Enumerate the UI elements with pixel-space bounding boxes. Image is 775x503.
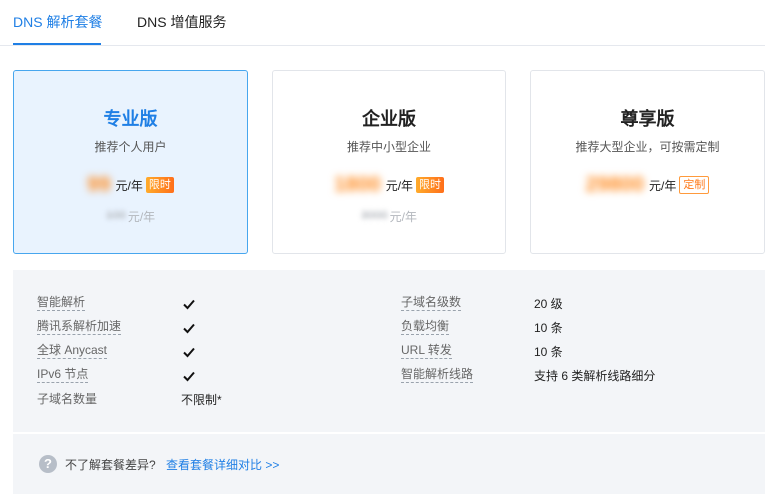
- plan-card-enterprise[interactable]: 企业版 推荐中小型企业 1800 元/年 限时 3000 元/年: [272, 70, 506, 254]
- footer-question: 不了解套餐差异?: [65, 458, 156, 472]
- original-price-row: 3000 元/年: [273, 208, 505, 225]
- limited-time-badge: 限时: [416, 177, 445, 193]
- price-amount: 1800: [333, 173, 381, 196]
- plan-title: 专业版: [103, 109, 158, 129]
- feature-label[interactable]: IPv6 节点: [37, 367, 89, 383]
- feature-label[interactable]: 子域名级数: [401, 295, 462, 311]
- original-price: 100: [105, 208, 126, 222]
- original-price-unit: 元/年: [389, 210, 418, 224]
- price-amount: 29800: [585, 173, 645, 196]
- custom-badge: 定制: [679, 176, 710, 194]
- feature-value: 10 条: [534, 321, 563, 335]
- feature-label[interactable]: URL 转发: [401, 343, 452, 359]
- feature-row: IPv6 节点: [37, 366, 89, 384]
- check-icon: [183, 347, 195, 358]
- feature-value: 支持 6 类解析线路细分: [534, 369, 656, 383]
- feature-row: 子域名级数: [401, 294, 462, 312]
- feature-label[interactable]: 腾讯系解析加速: [37, 319, 122, 335]
- price-unit: 元/年: [115, 178, 143, 193]
- feature-label[interactable]: 智能解析线路: [401, 367, 474, 383]
- original-price: 3000: [360, 208, 388, 222]
- feature-row: 智能解析: [37, 294, 86, 312]
- feature-list: 智能解析 腾讯系解析加速 全球 Anycast IPv6 节点 子域名数量 不限…: [13, 270, 765, 432]
- feature-row: URL 转发: [401, 342, 452, 360]
- plan-subtitle: 推荐大型企业，可按需定制: [575, 140, 720, 154]
- price-unit: 元/年: [649, 178, 677, 193]
- tab-dns-value-added[interactable]: DNS 增值服务: [137, 12, 226, 32]
- feature-label[interactable]: 全球 Anycast: [37, 343, 108, 359]
- plan-card-premium[interactable]: 尊享版 推荐大型企业，可按需定制 29800 元/年 定制: [530, 70, 765, 254]
- price-unit: 元/年: [385, 178, 414, 193]
- plan-title: 企业版: [362, 109, 416, 129]
- limited-time-badge: 限时: [145, 177, 174, 193]
- feature-value: 不限制*: [181, 393, 222, 407]
- feature-value: 20 级: [534, 297, 563, 311]
- price-amount: 99: [87, 173, 111, 196]
- feature-value: 10 条: [534, 345, 563, 359]
- feature-row: 子域名数量: [37, 390, 97, 408]
- plan-card-professional[interactable]: 专业版 推荐个人用户 99 元/年 限时 100 元/年: [13, 70, 248, 254]
- check-icon: [183, 323, 195, 334]
- price-row: 99 元/年 限时: [14, 173, 247, 197]
- original-price-row: 100 元/年: [14, 208, 247, 225]
- feature-row: 智能解析线路: [401, 366, 474, 384]
- check-icon: [183, 299, 195, 310]
- tab-bar: DNS 解析套餐 DNS 增值服务: [0, 0, 765, 46]
- question-icon: ?: [39, 455, 57, 473]
- feature-row: 腾讯系解析加速: [37, 318, 122, 336]
- feature-label[interactable]: 智能解析: [37, 295, 86, 311]
- feature-row: 全球 Anycast: [37, 342, 108, 360]
- tab-dns-packages[interactable]: DNS 解析套餐: [13, 12, 102, 32]
- plan-subtitle: 推荐中小型企业: [346, 140, 431, 154]
- price-row: 1800 元/年 限时: [273, 173, 505, 197]
- original-price-unit: 元/年: [127, 210, 156, 224]
- check-icon: [183, 371, 195, 382]
- active-tab-indicator: [13, 43, 101, 45]
- price-row: 29800 元/年 定制: [531, 173, 764, 197]
- plan-title: 尊享版: [620, 109, 675, 129]
- compare-footer: ? 不了解套餐差异? 查看套餐详细对比 >>: [13, 434, 765, 494]
- feature-label[interactable]: 负载均衡: [401, 319, 450, 335]
- plan-subtitle: 推荐个人用户: [94, 140, 167, 154]
- compare-plans-link[interactable]: 查看套餐详细对比 >>: [166, 456, 279, 473]
- feature-row: 负载均衡: [401, 318, 450, 336]
- feature-label: 子域名数量: [37, 391, 98, 406]
